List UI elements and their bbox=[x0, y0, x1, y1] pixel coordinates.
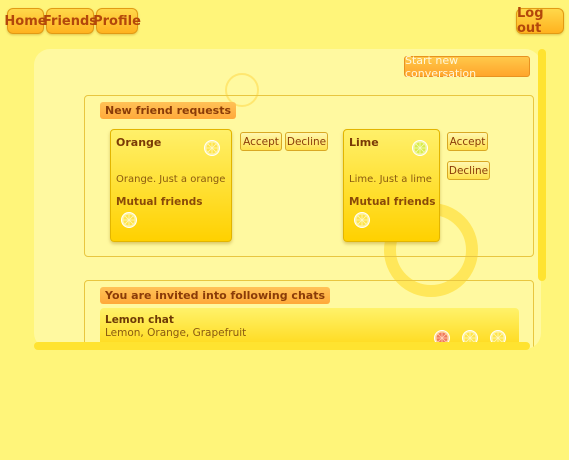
friend-description: Lime. Just a lime bbox=[349, 174, 432, 185]
citrus-slice-icon bbox=[354, 212, 370, 228]
friend-name: Orange bbox=[116, 136, 162, 149]
logout-button[interactable]: Log out bbox=[516, 6, 564, 36]
citrus-slice-icon bbox=[204, 140, 220, 156]
friend-requests-section: New friend requests Orange Orange. Just … bbox=[84, 95, 534, 257]
decline-button[interactable]: Decline bbox=[447, 161, 490, 180]
accept-button[interactable]: Accept bbox=[447, 132, 488, 151]
vertical-scrollbar[interactable] bbox=[538, 49, 546, 281]
horizontal-scrollbar[interactable] bbox=[34, 342, 530, 350]
mutual-friends-label: Mutual friends bbox=[349, 196, 436, 208]
main-panel: Start new conversation New friend reques… bbox=[34, 49, 541, 349]
decline-button[interactable]: Decline bbox=[285, 132, 328, 151]
chat-invites-section: You are invited into following chats Lem… bbox=[84, 280, 534, 349]
top-nav-bar: Home Friends Profile Log out bbox=[0, 0, 569, 44]
citrus-slice-icon bbox=[121, 212, 137, 228]
chat-members: Lemon, Orange, Grapefruit bbox=[105, 327, 247, 339]
friend-request-card: Lime Lime. Just a lime Mutual friends bbox=[343, 129, 440, 242]
citrus-slice-icon bbox=[412, 140, 428, 156]
friend-description: Orange. Just a orange bbox=[116, 174, 226, 185]
friend-name: Lime bbox=[349, 136, 379, 149]
chat-invites-title: You are invited into following chats bbox=[100, 287, 331, 304]
profile-button[interactable]: Profile bbox=[93, 8, 141, 34]
friends-button[interactable]: Friends bbox=[43, 8, 97, 34]
home-button[interactable]: Home bbox=[4, 8, 47, 34]
mutual-friends-label: Mutual friends bbox=[116, 196, 203, 208]
chat-name: Lemon chat bbox=[105, 314, 174, 326]
friend-requests-title: New friend requests bbox=[100, 102, 237, 119]
start-new-conversation-button[interactable]: Start new conversation bbox=[404, 54, 530, 80]
friend-request-card: Orange Orange. Just a orange Mutual frie… bbox=[110, 129, 232, 242]
accept-button[interactable]: Accept bbox=[240, 132, 282, 151]
